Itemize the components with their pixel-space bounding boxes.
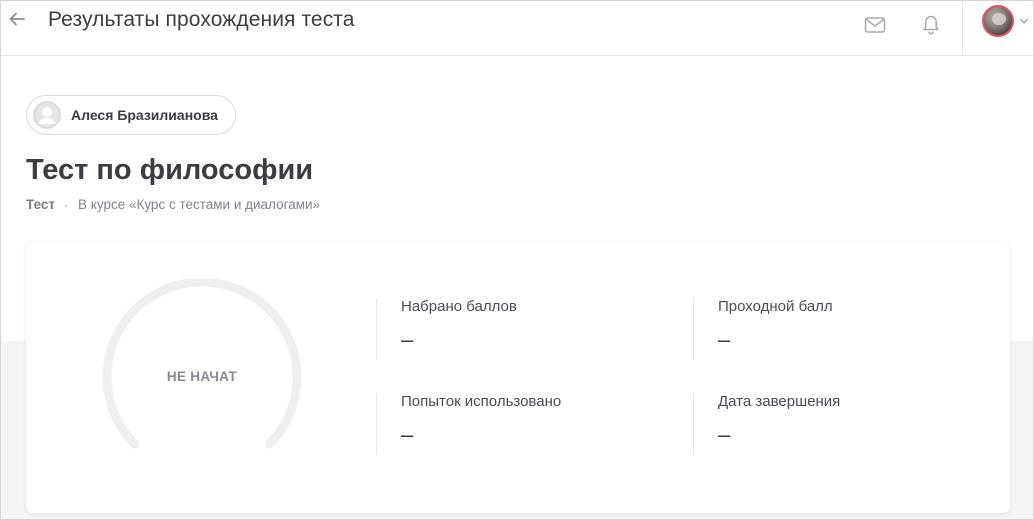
stat-label: Набрано баллов: [401, 298, 517, 315]
stat-attempts: Попыток использовано –: [376, 393, 656, 455]
notifications-button[interactable]: [919, 13, 943, 37]
meta-separator: ·: [64, 197, 69, 212]
stat-value: –: [718, 422, 731, 447]
stat-score: Набрано баллов –: [376, 298, 656, 360]
stat-value: –: [401, 422, 414, 447]
mail-icon: [864, 17, 886, 33]
test-type: Тест: [26, 197, 56, 212]
top-bar: Результаты прохождения теста: [1, 1, 1033, 56]
app-window: Результаты прохождения теста Алеся Брази…: [0, 0, 1034, 520]
stat-label: Попыток использовано: [401, 393, 562, 410]
gauge-track: [102, 279, 302, 449]
header-divider: [962, 1, 963, 56]
status-label: НЕ НАЧАТ: [166, 369, 238, 384]
stat-completion-date: Дата завершения –: [693, 393, 973, 455]
progress-gauge: [102, 279, 302, 449]
stat-value: –: [401, 327, 414, 352]
stat-label: Дата завершения: [718, 393, 841, 410]
page-title: Результаты прохождения теста: [48, 8, 355, 31]
stat-value: –: [718, 327, 731, 352]
test-title: Тест по философии: [26, 154, 314, 186]
user-menu[interactable]: [982, 5, 1033, 37]
avatar[interactable]: [982, 5, 1014, 37]
stat-label: Проходной балл: [718, 298, 833, 315]
messages-button[interactable]: [863, 13, 887, 37]
arrow-left-icon: [9, 12, 25, 26]
bell-icon: [923, 15, 939, 35]
back-button[interactable]: [5, 7, 29, 31]
student-name: Алеся Бразилианова: [71, 107, 218, 123]
student-chip[interactable]: Алеся Бразилианова: [26, 95, 236, 135]
test-meta: Тест · В курсе «Курс с тестами и диалога…: [26, 197, 320, 212]
user-placeholder-icon: [33, 101, 61, 129]
course-link[interactable]: В курсе «Курс с тестами и диалогами»: [78, 197, 320, 212]
stat-passing-score: Проходной балл –: [693, 298, 973, 360]
chevron-down-icon: [1019, 18, 1029, 24]
result-card: НЕ НАЧАТ Набрано баллов – Проходной балл…: [26, 242, 1010, 513]
student-avatar: [33, 101, 61, 129]
